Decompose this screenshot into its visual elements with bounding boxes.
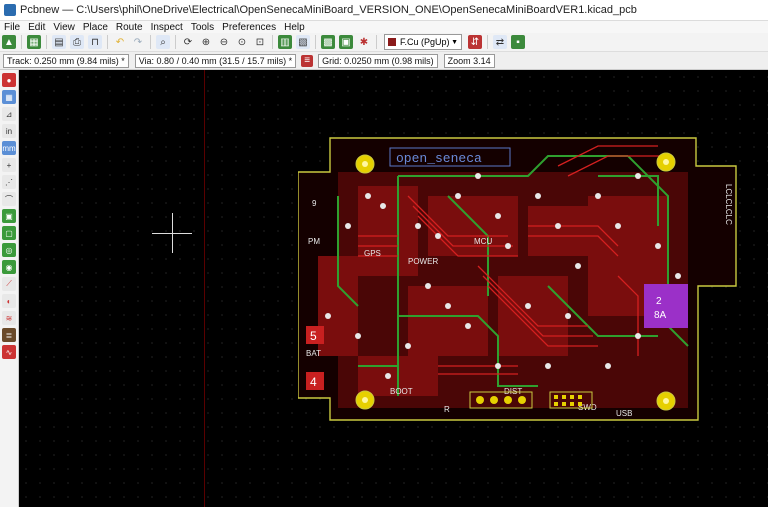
- pcbnew-app-icon: [4, 4, 16, 16]
- layer-select[interactable]: F.Cu (PgUp) ▼: [384, 34, 462, 50]
- window-title: Pcbnew — C:\Users\phil\OneDrive\Electric…: [20, 4, 637, 16]
- menu-help[interactable]: Help: [280, 22, 309, 33]
- redo-icon[interactable]: ↷: [131, 35, 145, 49]
- footprint-browser-icon[interactable]: ▧: [296, 35, 310, 49]
- zoom-select[interactable]: Zoom 3.14: [443, 53, 495, 68]
- layer-select-value: F.Cu (PgUp): [400, 37, 450, 47]
- grid-select[interactable]: Grid: 0.0250 mm (0.98 mils): [318, 53, 438, 68]
- auto-track-width-icon[interactable]: ≡: [301, 54, 314, 67]
- label-nine: 9: [312, 199, 317, 208]
- label-gps: GPS: [364, 249, 381, 258]
- track-width-select[interactable]: Track: 0.250 mm (9.84 mils) *: [3, 53, 129, 68]
- layer-pair-icon[interactable]: ⇵: [468, 35, 482, 49]
- board-setup-icon[interactable]: ▦: [27, 35, 41, 49]
- plot-icon[interactable]: ⊓: [88, 35, 102, 49]
- label-num5: 5: [310, 329, 317, 343]
- units-inch-icon[interactable]: in: [2, 124, 16, 138]
- pad-sketch-icon[interactable]: ◎: [2, 243, 16, 257]
- label-boot: BOOT: [390, 387, 413, 396]
- grid-toggle-icon[interactable]: ▦: [2, 90, 16, 104]
- label-mcu: MCU: [474, 237, 492, 246]
- pcb-board[interactable]: open_seneca GPS POWER BOOT DIST SWD USB …: [298, 136, 738, 421]
- layer-color-swatch: [388, 38, 396, 46]
- menu-bar: File Edit View Place Route Inspect Tools…: [0, 21, 768, 33]
- footprint-editor-icon[interactable]: ▥: [278, 35, 292, 49]
- page-settings-icon[interactable]: ▤: [52, 35, 66, 49]
- zoom-in-icon[interactable]: ⊕: [199, 35, 213, 49]
- new-board-icon[interactable]: ▲: [2, 35, 16, 49]
- ratsnest-icon[interactable]: ⋰: [2, 175, 16, 189]
- menu-tools[interactable]: Tools: [187, 22, 218, 33]
- label-usb: USB: [616, 409, 632, 418]
- menu-edit[interactable]: Edit: [24, 22, 49, 33]
- microwave-icon[interactable]: ∿: [2, 345, 16, 359]
- silk-title: open_seneca: [396, 151, 482, 166]
- drc-markers-icon[interactable]: ●: [2, 73, 16, 87]
- toolbar-separator: [46, 35, 47, 49]
- label-bat: BAT: [306, 349, 321, 358]
- toolbar-separator: [315, 35, 316, 49]
- undo-icon[interactable]: ↶: [113, 35, 127, 49]
- find-icon[interactable]: ⌕: [156, 35, 170, 49]
- menu-inspect[interactable]: Inspect: [147, 22, 187, 33]
- high-contrast-icon[interactable]: ◐: [2, 294, 16, 308]
- via-size-select[interactable]: Via: 0.80 / 0.40 mm (31.5 / 15.7 mils) *: [134, 53, 297, 68]
- show-zones-icon[interactable]: ▣: [2, 209, 16, 223]
- main-toolbar: ▲ ▦ ▤ ⎙ ⊓ ↶ ↷ ⌕ ⟳ ⊕ ⊖ ⊙ ⊡ ▥ ▧ ▩ ▣ ✱ F.Cu…: [0, 33, 768, 52]
- drc-bug-icon[interactable]: ✱: [357, 35, 371, 49]
- menu-place[interactable]: Place: [79, 22, 112, 33]
- zoom-out-icon[interactable]: ⊖: [217, 35, 231, 49]
- layers-manager-icon[interactable]: ≣: [2, 328, 16, 342]
- microwave-tools-icon[interactable]: ≋: [2, 311, 16, 325]
- zoom-selection-icon[interactable]: ⊡: [253, 35, 267, 49]
- label-pm: PM: [308, 237, 320, 246]
- chevron-down-icon: ▼: [451, 38, 458, 46]
- print-icon[interactable]: ⎙: [70, 35, 84, 49]
- crosshair-cursor-v: [172, 213, 173, 253]
- zone-outline-icon[interactable]: ▢: [2, 226, 16, 240]
- refresh-icon[interactable]: ⟳: [181, 35, 195, 49]
- page-border-line: [204, 70, 205, 507]
- label-num2: 2: [656, 296, 662, 307]
- label-num8a: 8A: [654, 310, 667, 321]
- pcb-canvas[interactable]: open_seneca GPS POWER BOOT DIST SWD USB …: [19, 70, 768, 507]
- units-mm-icon[interactable]: mm: [2, 141, 16, 155]
- via-sketch-icon[interactable]: ◉: [2, 260, 16, 274]
- toolbar-separator: [21, 35, 22, 49]
- menu-preferences[interactable]: Preferences: [218, 22, 280, 33]
- scripting-icon[interactable]: ⇄: [493, 35, 507, 49]
- menu-route[interactable]: Route: [112, 22, 147, 33]
- update-pcb-icon[interactable]: ▣: [339, 35, 353, 49]
- toolbar-separator: [376, 35, 377, 49]
- zoom-fit-icon[interactable]: ⊙: [235, 35, 249, 49]
- options-toolbar: Track: 0.250 mm (9.84 mils) * Via: 0.80 …: [0, 52, 768, 70]
- menu-file[interactable]: File: [0, 22, 24, 33]
- track-sketch-icon[interactable]: ⟋: [2, 277, 16, 291]
- label-rside: LCLCLCLC: [724, 184, 733, 225]
- toolbar-separator: [107, 35, 108, 49]
- label-power: POWER: [408, 257, 438, 266]
- polar-coords-icon[interactable]: ⊿: [2, 107, 16, 121]
- netlist-icon[interactable]: ▩: [321, 35, 335, 49]
- toolbar-separator: [175, 35, 176, 49]
- toolbar-separator: [150, 35, 151, 49]
- python-console-icon[interactable]: ▪: [511, 35, 525, 49]
- menu-view[interactable]: View: [49, 22, 79, 33]
- cursor-shape-icon[interactable]: +: [2, 158, 16, 172]
- toolbar-separator: [272, 35, 273, 49]
- label-r: R: [444, 405, 450, 414]
- toolbar-separator: [487, 35, 488, 49]
- left-toolbar: ● ▦ ⊿ in mm + ⋰ ⌒ ▣ ▢ ◎ ◉ ⟋ ◐ ≋ ≣ ∿: [0, 70, 19, 507]
- title-bar: Pcbnew — C:\Users\phil\OneDrive\Electric…: [0, 0, 768, 21]
- curved-ratsnest-icon[interactable]: ⌒: [2, 192, 16, 206]
- label-num4: 4: [310, 375, 317, 389]
